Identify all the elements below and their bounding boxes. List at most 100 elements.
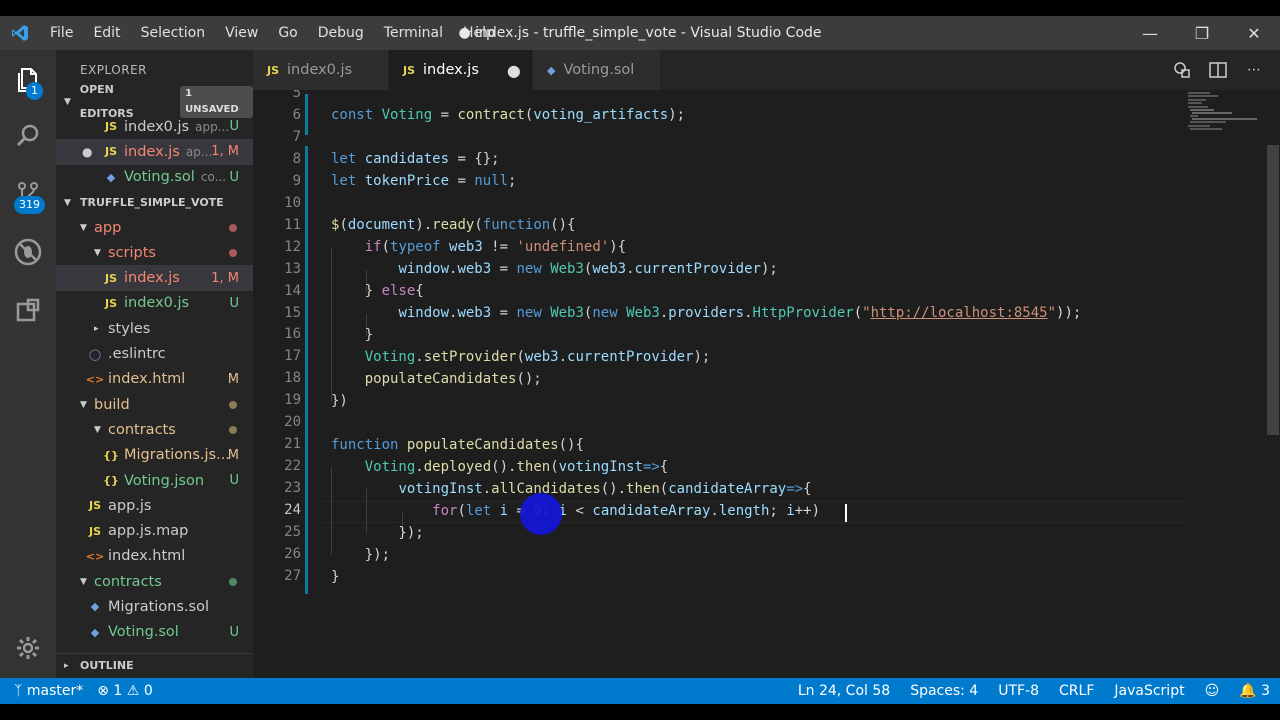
tree-file-appjs[interactable]: JS app.js (56, 493, 253, 518)
split-editor-icon[interactable] (1200, 62, 1236, 78)
tree-file-eslintrc[interactable]: ◯ .eslintrc (56, 341, 253, 366)
chevron-down-icon: ▼ (64, 97, 71, 107)
code-line-21: function populateCandidates(){ (331, 437, 584, 453)
line-number: 6 (292, 106, 301, 123)
tree-folder-styles[interactable]: ▸ styles (56, 316, 253, 341)
tree-file-migrationssol[interactable]: ◆ Migrations.sol (56, 594, 253, 619)
explorer-sidebar: EXPLORER ▼ OPEN EDITORS 1 UNSAVED JS ind… (56, 50, 253, 678)
menu-view[interactable]: View (215, 16, 268, 50)
line-number: 25 (284, 524, 301, 540)
tab-index0js[interactable]: JS index0.js (253, 50, 389, 90)
debug-icon[interactable] (0, 224, 56, 280)
menu-debug[interactable]: Debug (308, 16, 374, 50)
project-section[interactable]: ▼ TRUFFLE_SIMPLE_VOTE (56, 191, 253, 215)
chevron-down-icon: ▼ (80, 399, 87, 410)
encoding[interactable]: UTF-8 (998, 683, 1039, 699)
problems-indicator[interactable]: ⊗ 1 ⚠ 0 (97, 683, 153, 699)
open-editor-indexjs[interactable]: ● JS index.js ap... 1, M (56, 139, 253, 165)
settings-gear-icon[interactable] (0, 620, 56, 676)
tree-folder-app[interactable]: ▼ app (56, 215, 253, 240)
tree-file-indexhtml[interactable]: <> index.html M (56, 367, 253, 392)
eslint-file-icon: ◯ (88, 347, 102, 361)
tree-file-appjsmap[interactable]: JS app.js.map (56, 518, 253, 543)
error-icon: ⊗ (97, 683, 109, 699)
html-file-icon: <> (85, 372, 105, 386)
open-editor-index0js[interactable]: JS index0.js app... U (56, 114, 253, 139)
cursor-position[interactable]: Ln 24, Col 58 (798, 683, 890, 699)
status-bar: ᛉ master* ⊗ 1 ⚠ 0 Ln 24, Col 58 Spaces: … (0, 678, 1280, 704)
outline-section[interactable]: ▸ OUTLINE (56, 653, 253, 677)
tree-file-build-indexhtml[interactable]: <> index.html (56, 544, 253, 569)
git-modified-gutter (305, 94, 308, 135)
line-number: 13 (284, 260, 301, 277)
code-line-12: if(typeof web3 != 'undefined'){ (364, 239, 627, 255)
minimap[interactable] (1183, 90, 1263, 140)
tab-indexjs[interactable]: JS index.js ● (389, 50, 533, 90)
menu-go[interactable]: Go (268, 16, 307, 50)
tree-file-votingsol[interactable]: ◆ Voting.sol U (56, 620, 253, 645)
code-line-17: Voting.setProvider(web3.currentProvider)… (364, 349, 711, 365)
chevron-down-icon: ▼ (94, 424, 101, 435)
tree-file-votingjson[interactable]: {} Voting.json U (56, 468, 253, 493)
warning-icon: ⚠ (126, 683, 140, 699)
menu-bar: File Edit Selection View Go Debug Termin… (40, 16, 505, 50)
line-number: 10 (284, 194, 301, 211)
open-editors-section[interactable]: ▼ OPEN EDITORS 1 UNSAVED (56, 83, 253, 120)
tree-folder-build-contracts[interactable]: ▼ contracts (56, 417, 253, 442)
chevron-down-icon: ▼ (94, 247, 101, 258)
menu-edit[interactable]: Edit (83, 16, 130, 50)
tree-folder-build[interactable]: ▼ build (56, 392, 253, 417)
unsaved-dot-icon[interactable]: ● (507, 61, 521, 80)
tree-folder-contracts[interactable]: ▼ contracts (56, 569, 253, 594)
git-modified-gutter (305, 146, 308, 594)
language-mode[interactable]: JavaScript (1114, 683, 1184, 699)
line-number: 26 (284, 545, 301, 562)
editor-tabs: JS index0.js JS index.js ● ◆ Voting.sol (253, 50, 1280, 90)
git-branch[interactable]: ᛉ master* (14, 683, 83, 699)
tree-file-index0js[interactable]: JS index0.js U (56, 291, 253, 316)
tree-file-migrationsjson[interactable]: {} Migrations.js... M (56, 443, 253, 468)
code-line-13: window.web3 = new Web3(web3.currentProvi… (398, 261, 778, 277)
tree-folder-scripts[interactable]: ▼ scripts (56, 240, 253, 265)
feedback-smiley-icon[interactable]: ☺ (1205, 683, 1220, 699)
menu-terminal[interactable]: Terminal (374, 16, 453, 50)
search-icon[interactable] (0, 108, 56, 164)
more-actions-icon[interactable]: ⋯ (1236, 62, 1272, 78)
menu-file[interactable]: File (40, 16, 83, 50)
source-control-icon[interactable]: 319 (0, 166, 56, 222)
line-number: 12 (284, 238, 301, 255)
chevron-down-icon: ▼ (64, 197, 71, 208)
menu-help[interactable]: Help (453, 16, 505, 50)
code-line-16: } (331, 327, 374, 343)
vertical-scrollbar[interactable] (1266, 90, 1280, 678)
explorer-badge: 1 (26, 82, 43, 100)
chevron-right-icon: ▸ (64, 660, 69, 671)
code-editor[interactable]: 5 6 7 8 9 10 11 12 13 14 15 16 17 18 19 20 21 22 23 24 25 26 2… (253, 90, 1280, 678)
open-editor-votingsol[interactable]: ◆ Voting.sol co... U (56, 165, 253, 190)
line-number: 18 (284, 370, 301, 387)
close-icon[interactable]: ✕ (1228, 16, 1280, 50)
line-number: 19 (284, 392, 301, 409)
scm-badge: 319 (14, 196, 45, 214)
solidity-file-icon: ◆ (90, 600, 100, 614)
html-file-icon: <> (85, 549, 105, 563)
line-ending[interactable]: CRLF (1059, 683, 1094, 699)
text-cursor (845, 504, 847, 522)
extensions-icon[interactable] (0, 282, 56, 338)
line-number: 17 (284, 348, 301, 365)
explorer-icon[interactable]: 1 (0, 52, 56, 108)
untracked-dot (229, 577, 237, 586)
code-line-27: } (331, 569, 340, 585)
tree-file-indexjs[interactable]: JS index.js 1, M (56, 265, 253, 291)
line-number: 11 (284, 216, 301, 233)
unsaved-dot-icon[interactable]: ● (82, 145, 102, 159)
open-changes-icon[interactable] (1164, 61, 1200, 79)
notifications[interactable]: 🔔 3 (1239, 683, 1270, 699)
indentation[interactable]: Spaces: 4 (910, 683, 978, 699)
scrollbar-thumb[interactable] (1267, 145, 1279, 435)
menu-selection[interactable]: Selection (131, 16, 216, 50)
mouse-pointer-highlight (520, 493, 562, 535)
minimize-icon[interactable]: — (1124, 16, 1176, 50)
restore-icon[interactable]: ❐ (1176, 16, 1228, 50)
tab-votingsol[interactable]: ◆ Voting.sol (533, 50, 661, 90)
